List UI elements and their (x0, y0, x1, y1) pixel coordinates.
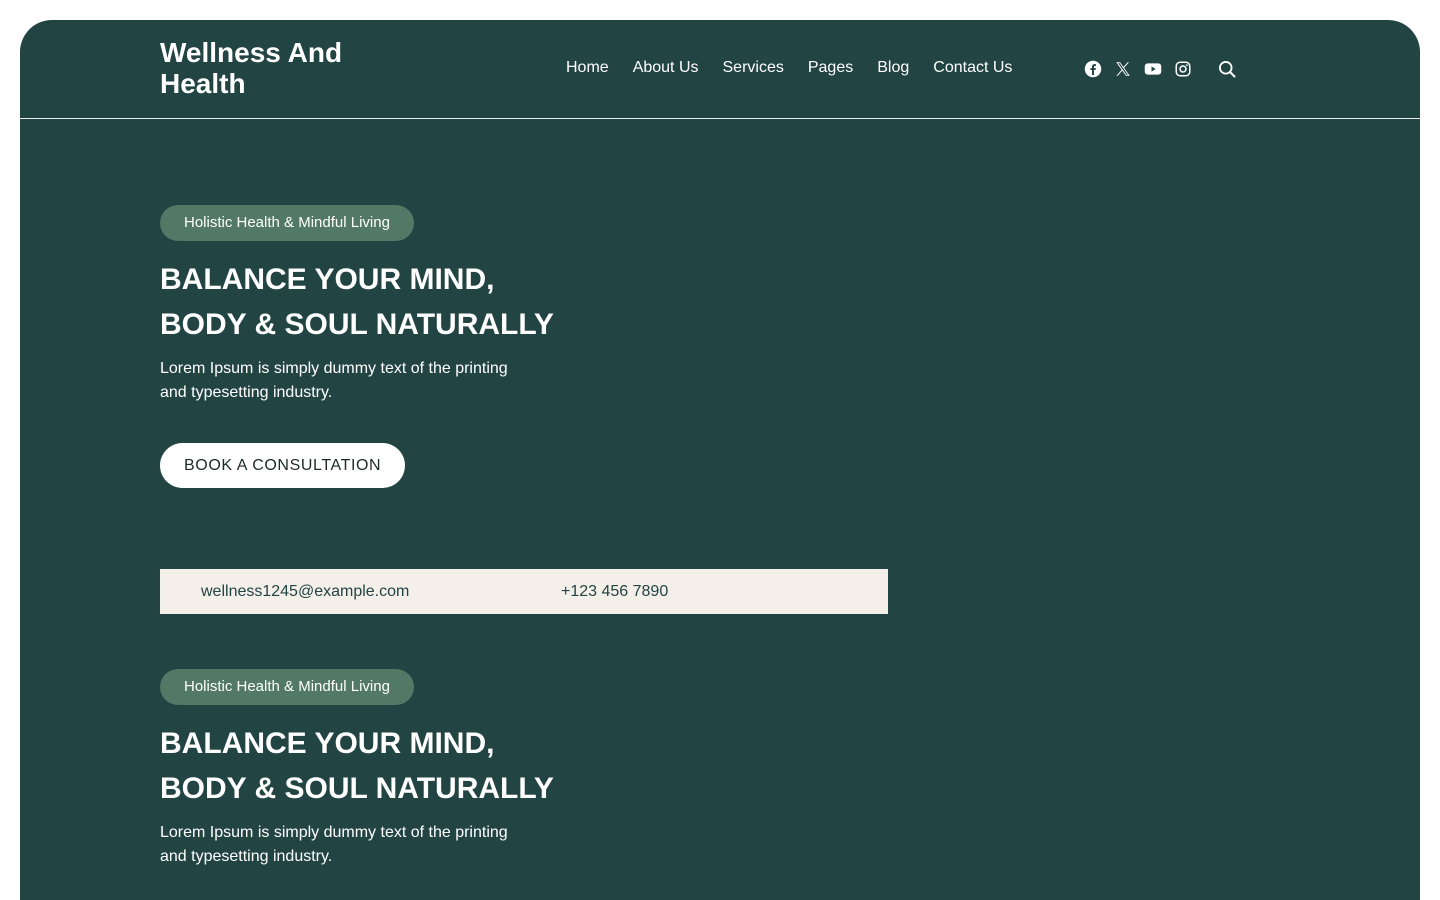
nav-about-us[interactable]: About Us (633, 57, 699, 79)
hero-badge: Holistic Health & Mindful Living (160, 205, 414, 241)
nav-contact-us[interactable]: Contact Us (933, 57, 1012, 79)
hero-description: Lorem Ipsum is simply dummy text of the … (160, 360, 508, 401)
contact-phone[interactable]: +123 456 7890 (561, 569, 668, 614)
facebook-icon[interactable] (1084, 60, 1102, 78)
nav-services[interactable]: Services (723, 57, 784, 79)
nav-pages[interactable]: Pages (808, 57, 853, 79)
page-frame: Wellness And Health Home About Us Servic… (20, 20, 1420, 900)
hero-title-line-1: BALANCE YOUR MIND, (160, 727, 495, 760)
hero-title-line-2: BODY & SOUL NATURALLY (160, 308, 554, 341)
hero-description: Lorem Ipsum is simply dummy text of the … (160, 824, 508, 865)
social-links (1084, 60, 1204, 78)
hero-title-line-1: BALANCE YOUR MIND, (160, 263, 495, 296)
youtube-icon[interactable] (1144, 60, 1162, 78)
instagram-icon[interactable] (1174, 60, 1192, 78)
hero-title-line-2: BODY & SOUL NATURALLY (160, 772, 554, 805)
nav-home[interactable]: Home (566, 57, 609, 79)
x-icon[interactable] (1114, 60, 1132, 78)
hero-badge: Holistic Health & Mindful Living (160, 669, 414, 705)
contact-email[interactable]: wellness1245@example.com (201, 569, 409, 614)
site-logo[interactable]: Wellness And Health (160, 37, 380, 99)
nav-blog[interactable]: Blog (877, 57, 909, 79)
contact-bar: wellness1245@example.com +123 456 7890 (160, 569, 888, 614)
book-consultation-button[interactable]: BOOK A CONSULTATION (160, 443, 406, 488)
site-header: Wellness And Health Home About Us Servic… (20, 20, 1420, 119)
search-icon[interactable] (1217, 59, 1237, 79)
main-nav: Home About Us Services Pages Blog Contac… (566, 57, 1036, 79)
